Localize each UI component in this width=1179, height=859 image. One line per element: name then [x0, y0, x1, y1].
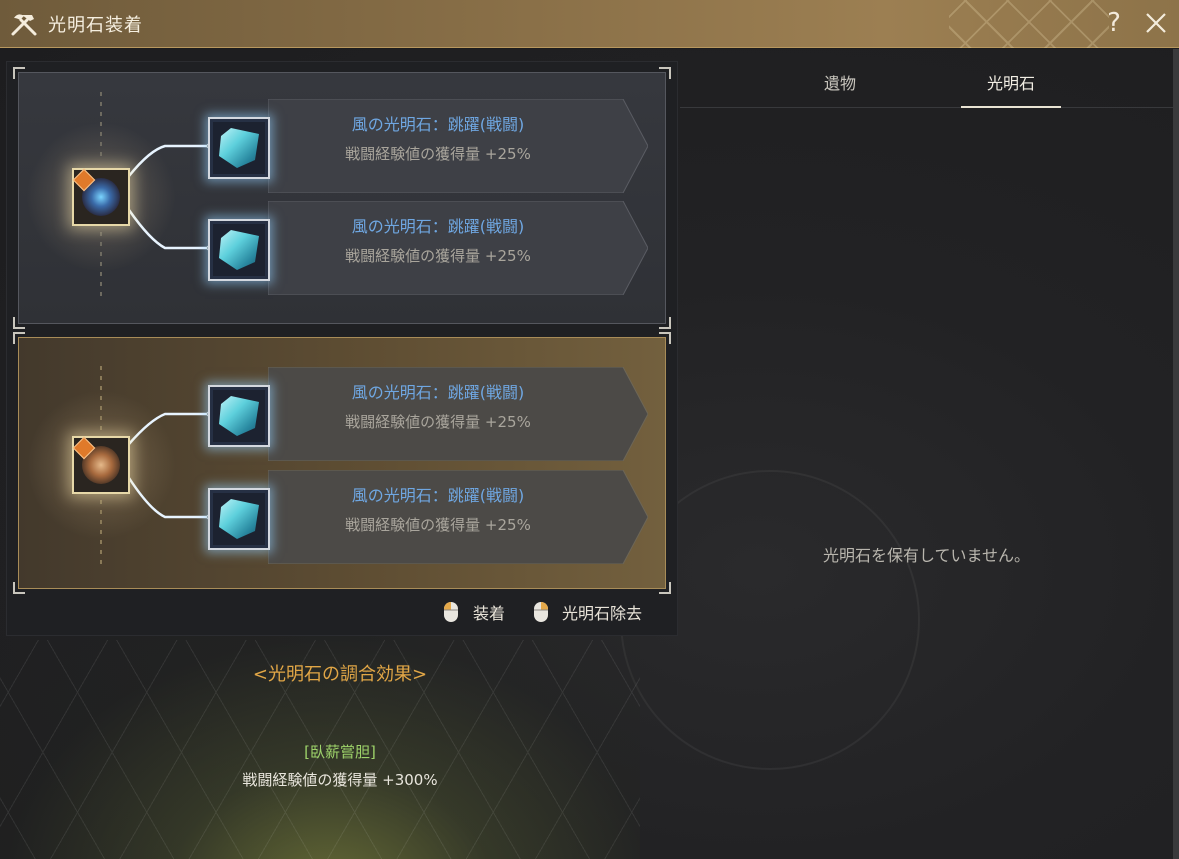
lumen-slot-card[interactable]: 風の光明石：跳躍(戦闘) 戦闘経験値の獲得量 +25% [268, 470, 648, 564]
synergy-name: [臥薪嘗胆] [304, 743, 376, 761]
wind-gem-icon[interactable] [208, 385, 270, 447]
relic-core-slot[interactable] [72, 436, 130, 494]
tab-lumen-stones[interactable]: 光明石 [951, 70, 1071, 108]
title-bar-decoration [949, 0, 1109, 48]
inventory-tabs: 遺物 光明石 [680, 62, 1173, 108]
lumen-slot-card[interactable]: 風の光明石：跳躍(戦闘) 戦闘経験値の獲得量 +25% [268, 367, 648, 461]
remove-hint: 光明石除去 [562, 604, 643, 623]
mouse-left-click-icon [444, 602, 458, 622]
mouse-right-click-icon [534, 602, 548, 622]
slot-gem-effect: 戦闘経験値の獲得量 +25% [345, 516, 531, 534]
slot-gem-name: 風の光明石：跳躍(戦闘) [351, 383, 525, 402]
close-icon[interactable] [1141, 8, 1171, 38]
tab-relics[interactable]: 遺物 [780, 70, 900, 108]
slot-gem-name: 風の光明石：跳躍(戦闘) [351, 486, 525, 505]
equip-hint: 装着 [473, 604, 506, 623]
slot-gem-effect: 戦闘経験値の獲得量 +25% [345, 413, 531, 431]
help-button[interactable]: ? [1101, 8, 1127, 38]
scroll-edge [1173, 49, 1179, 859]
synergy-title: <光明石の調合効果> [252, 664, 428, 685]
synergy-effect: 戦闘経験値の獲得量 +300% [242, 771, 438, 789]
wind-gem-icon[interactable] [208, 488, 270, 550]
empty-inventory-message: 光明石を保有していません。 [822, 546, 1031, 565]
